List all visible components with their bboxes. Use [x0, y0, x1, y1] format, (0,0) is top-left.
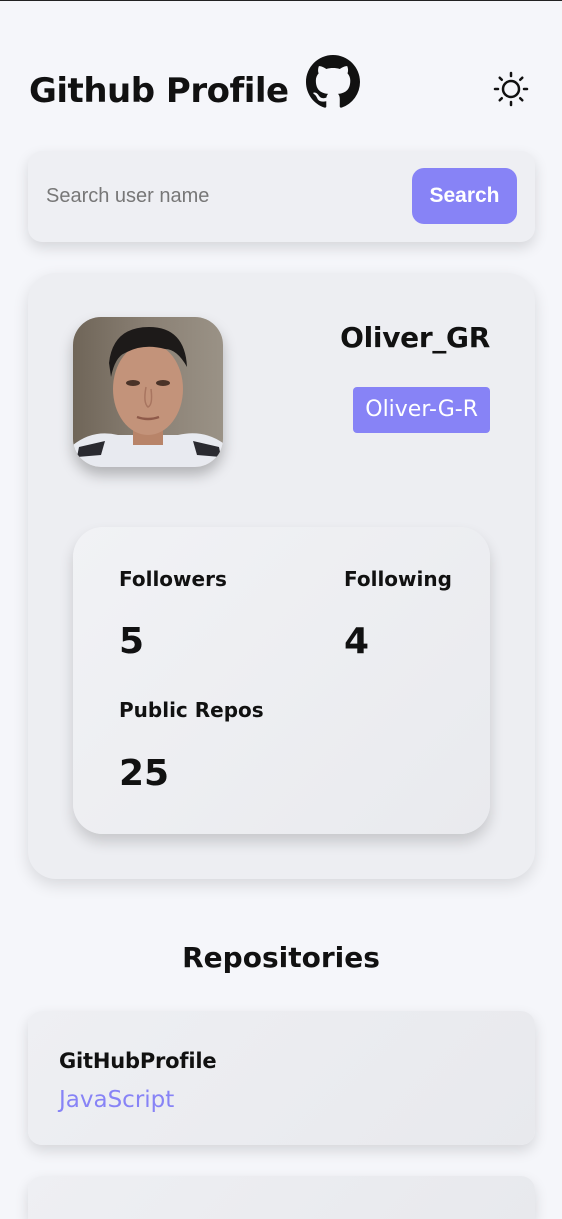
public-repos-count: 25	[119, 753, 170, 794]
profile-card: Oliver_GR Oliver-G-R Followers 5 Followi…	[28, 273, 535, 879]
avatar	[73, 317, 223, 467]
username-badge[interactable]: Oliver-G-R	[353, 387, 490, 433]
repo-language: JavaScript	[59, 1087, 175, 1113]
repositories-heading: Repositories	[182, 941, 380, 974]
github-octocat-icon	[306, 55, 360, 108]
repo-card[interactable]	[28, 1176, 535, 1219]
repo-name[interactable]: GitHubProfile	[59, 1049, 217, 1073]
avatar-image	[73, 317, 223, 467]
page-title: Github Profile	[29, 71, 289, 111]
followers-label: Followers	[119, 567, 227, 591]
public-repos-label: Public Repos	[119, 698, 264, 722]
followers-count: 5	[119, 621, 145, 662]
stats-card: Followers 5 Following 4 Public Repos 25	[73, 527, 490, 834]
repo-card[interactable]: GitHubProfile JavaScript	[28, 1011, 535, 1145]
search-button[interactable]: Search	[412, 168, 517, 224]
following-count: 4	[344, 621, 370, 662]
header: Github Profile	[29, 51, 534, 121]
sun-icon[interactable]	[493, 71, 529, 107]
profile-name: Oliver_GR	[340, 321, 490, 354]
search-bar: Search	[28, 151, 535, 242]
following-label: Following	[344, 567, 452, 591]
search-input[interactable]	[46, 175, 406, 217]
